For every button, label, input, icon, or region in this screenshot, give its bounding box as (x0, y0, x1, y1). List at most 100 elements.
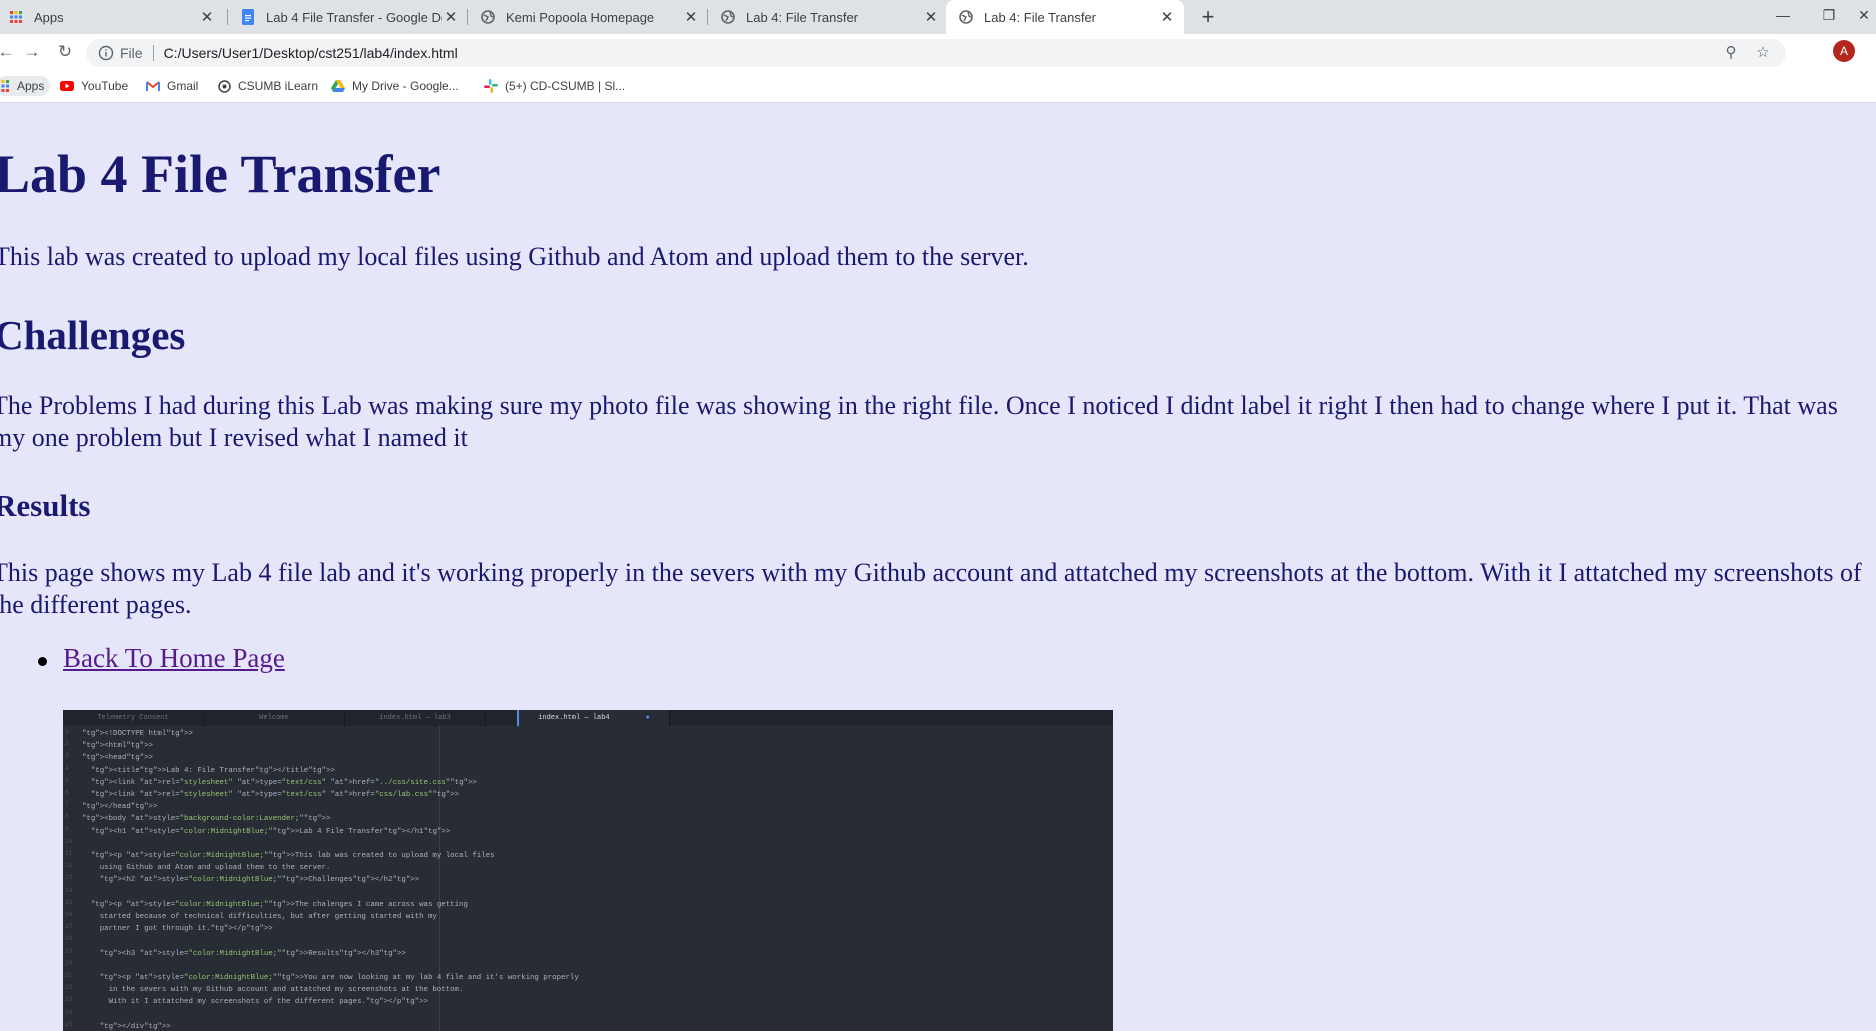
code-line: "tg"><p "at">style="color:MidnightBlue;"… (90, 852, 495, 860)
page-content: Lab 4 File Transfer This lab was created… (0, 103, 1876, 1031)
youtube-icon (60, 79, 74, 93)
restore-icon[interactable]: ❐ (1806, 0, 1852, 30)
close-window-icon[interactable]: ✕ (1852, 0, 1876, 30)
apps-grid-icon (0, 79, 10, 93)
browser-toolbar: ← → ↻ File C:/Users/User1/Desktop/cst251… (0, 34, 1876, 70)
line-number: 3 (65, 752, 69, 760)
tab-lab4-file-transfer-active[interactable]: Lab 4: File Transfer ✕ (946, 0, 1184, 34)
code-line: "tg"><head"tg">> (82, 754, 153, 763)
code-line: "tg"><link "at">rel="stylesheet" "at">ty… (90, 778, 477, 787)
close-icon[interactable]: ✕ (682, 8, 700, 26)
line-number: 19 (65, 947, 73, 955)
slack-icon (484, 79, 498, 93)
code-line: "tg"><p "at">style="color:MidnightBlue;"… (99, 974, 579, 982)
line-number: 25 (65, 1020, 73, 1028)
close-icon[interactable]: ✕ (922, 8, 940, 26)
tab-homepage[interactable]: Kemi Popoola Homepage ✕ (468, 0, 708, 34)
tab-strip: Apps ✕ Lab 4 File Transfer - Google Docs… (0, 0, 1876, 34)
zoom-icon[interactable]: ⚲ (1722, 44, 1740, 62)
close-icon[interactable]: ✕ (1158, 8, 1176, 26)
code-line: "tg"><h1 "at">style="color:MidnightBlue;… (90, 827, 451, 836)
bookmark-label: YouTube (81, 79, 129, 93)
code-line: "tg"><link "at">rel="stylesheet" "at">ty… (90, 791, 460, 799)
reload-icon[interactable]: ↻ (55, 42, 75, 62)
code-line: partner I got through it."tg"></p"tg">> (82, 925, 273, 934)
tab-google-docs[interactable]: Lab 4 File Transfer - Google Docs ✕ (228, 0, 468, 34)
google-docs-icon (240, 9, 256, 25)
code-line: "tg"><body "at">style="background-color:… (82, 815, 331, 824)
line-number: 7 (65, 801, 69, 809)
code-line: started because of technical difficultie… (82, 913, 437, 921)
unsaved-dot-icon: ● (645, 714, 650, 722)
code-line: "tg"><!DOCTYPE html"tg">> (82, 730, 193, 738)
gmail-icon (146, 79, 160, 93)
line-number: 8 (65, 813, 69, 821)
line-number: 9 (65, 825, 69, 833)
bookmarks-bar: Apps YouTube Gmail CSUMB iLearn My Drive… (0, 70, 1876, 103)
code-line: using Github and Atom and upload them to… (82, 864, 331, 873)
line-number: 12 (65, 862, 73, 870)
bookmark-slack[interactable]: (5+) CD-CSUMB | Sl... (484, 76, 625, 96)
bookmark-gmail[interactable]: Gmail (146, 76, 198, 96)
tab-title: Apps (34, 9, 64, 25)
bookmark-google-drive[interactable]: My Drive - Google... (331, 76, 459, 96)
bookmark-label: Apps (17, 79, 45, 93)
bookmark-csumb-ilearn[interactable]: CSUMB iLearn (217, 76, 318, 96)
line-number: 17 (65, 923, 73, 931)
bookmark-label: CSUMB iLearn (238, 79, 319, 93)
code-line: "tg"><title"tg">>Lab 4: File Transfer"tg… (90, 766, 335, 775)
results-heading: Results (0, 488, 91, 523)
challenges-heading: Challenges (0, 312, 186, 358)
apps-grid-icon (8, 9, 24, 25)
globe-icon (720, 9, 736, 25)
line-number: 22 (65, 984, 73, 992)
forward-icon[interactable]: → (22, 42, 42, 62)
results-paragraph: This page shows my Lab 4 file lab and it… (0, 558, 1862, 619)
ilearn-icon (217, 79, 231, 93)
code-line: "tg"><html"tg">> (82, 742, 153, 751)
address-bar[interactable]: File C:/Users/User1/Desktop/cst251/lab4/… (86, 39, 1786, 67)
line-number: 15 (65, 898, 73, 906)
tab-title: Lab 4: File Transfer (984, 9, 1096, 25)
back-to-home-link[interactable]: Back To Home Page (63, 643, 285, 674)
code-line: "tg"><h2 "at">style="color:MidnightBlue;… (99, 876, 420, 885)
line-number: 10 (65, 837, 73, 845)
new-tab-button[interactable]: + (1195, 4, 1221, 30)
back-icon[interactable]: ← (0, 42, 16, 62)
line-number: 13 (65, 874, 73, 882)
editor-tab: Welcome (204, 710, 345, 726)
line-number: 1 (65, 728, 69, 735)
bookmark-youtube[interactable]: YouTube (60, 76, 128, 96)
code-line: "tg"><h3 "at">style="color:MidnightBlue;… (99, 949, 406, 958)
line-number: 14 (65, 886, 73, 894)
editor-tab-active: index.html — lab4 ● (517, 710, 670, 726)
editor-screenshot-image: Telemetry Consent Welcome index.html — l… (63, 710, 1113, 1031)
challenges-paragraph: The Problems I had during this Lab was m… (0, 391, 1838, 452)
divider (152, 45, 154, 61)
globe-icon (480, 9, 496, 25)
star-icon[interactable]: ☆ (1754, 44, 1772, 62)
code-line: "tg"><p "at">style="color:MidnightBlue;"… (90, 900, 468, 909)
bookmark-label: (5+) CD-CSUMB | Sl... (505, 79, 626, 93)
bookmark-apps[interactable]: Apps (0, 76, 51, 96)
code-line: "tg"></div"tg">> (99, 1022, 171, 1031)
line-number: 21 (65, 972, 73, 979)
tab-title: Lab 4: File Transfer (746, 9, 858, 25)
line-number: 23 (65, 996, 73, 1004)
minimize-icon[interactable]: — (1760, 0, 1806, 30)
info-icon[interactable] (98, 45, 114, 61)
line-number: 18 (65, 935, 73, 943)
tab-lab4-file-transfer[interactable]: Lab 4: File Transfer ✕ (708, 0, 948, 34)
tab-apps[interactable]: Apps ✕ (0, 0, 224, 34)
line-number: 11 (65, 850, 73, 857)
editor-tab: index.html — lab3 (345, 710, 486, 726)
bookmark-label: My Drive - Google... (352, 79, 459, 93)
url-text[interactable]: C:/Users/User1/Desktop/cst251/lab4/index… (164, 45, 1722, 61)
close-icon[interactable]: ✕ (442, 8, 460, 26)
avatar[interactable]: A (1833, 40, 1855, 62)
tab-title: Kemi Popoola Homepage (506, 9, 655, 25)
close-icon[interactable]: ✕ (198, 8, 216, 26)
list-bullet (38, 657, 47, 666)
line-number: 20 (65, 959, 73, 967)
tab-title: Lab 4 File Transfer - Google Docs (266, 9, 442, 25)
